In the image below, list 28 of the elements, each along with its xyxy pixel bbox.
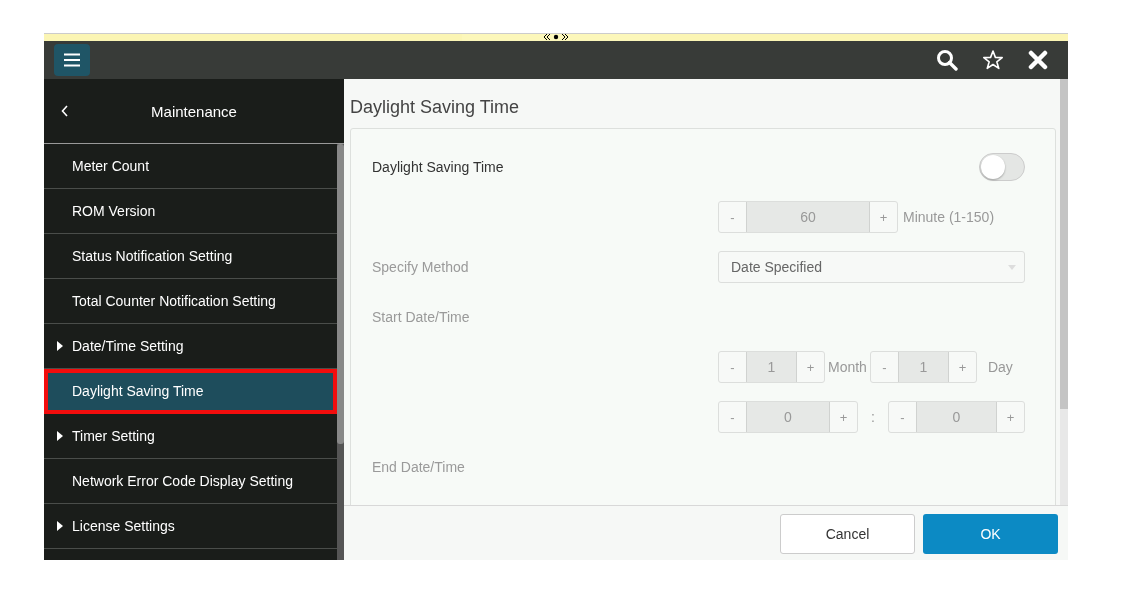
unit-label: Minute (1-150)	[903, 209, 995, 225]
sidebar-item[interactable]: Daylight Saving Time	[44, 369, 337, 414]
unit-label: Day	[987, 359, 1013, 375]
cancel-button[interactable]: Cancel	[780, 513, 915, 554]
expand-icon	[57, 521, 63, 531]
expand-icon	[57, 341, 63, 351]
time-separator: :	[870, 409, 876, 425]
unit-label: Month	[828, 359, 867, 375]
page-title: Daylight Saving Time	[350, 96, 521, 119]
sidebar-title: Maintenance	[150, 102, 238, 120]
setting-label: Daylight Saving Time	[372, 159, 504, 175]
drag-handle[interactable]	[462, 34, 650, 41]
ok-button[interactable]: OK	[923, 513, 1058, 554]
scrollbar-thumb[interactable]	[1060, 79, 1068, 409]
search-icon[interactable]	[936, 49, 958, 71]
drag-handle-icon	[544, 34, 568, 40]
setting-label: Start Date/Time	[372, 309, 470, 325]
back-icon[interactable]	[61, 105, 69, 117]
setting-label: End Date/Time	[372, 459, 465, 475]
expand-icon	[57, 431, 63, 441]
dropdown-caret-icon	[1008, 264, 1016, 270]
menu-button[interactable]	[54, 44, 90, 76]
toggle-switch[interactable]	[979, 153, 1025, 181]
scrollbar-thumb[interactable]	[337, 144, 344, 444]
close-icon[interactable]	[1028, 50, 1048, 70]
star-icon[interactable]	[982, 49, 1004, 71]
setting-label: Specify Method	[372, 259, 469, 275]
menu-icon	[63, 53, 81, 67]
